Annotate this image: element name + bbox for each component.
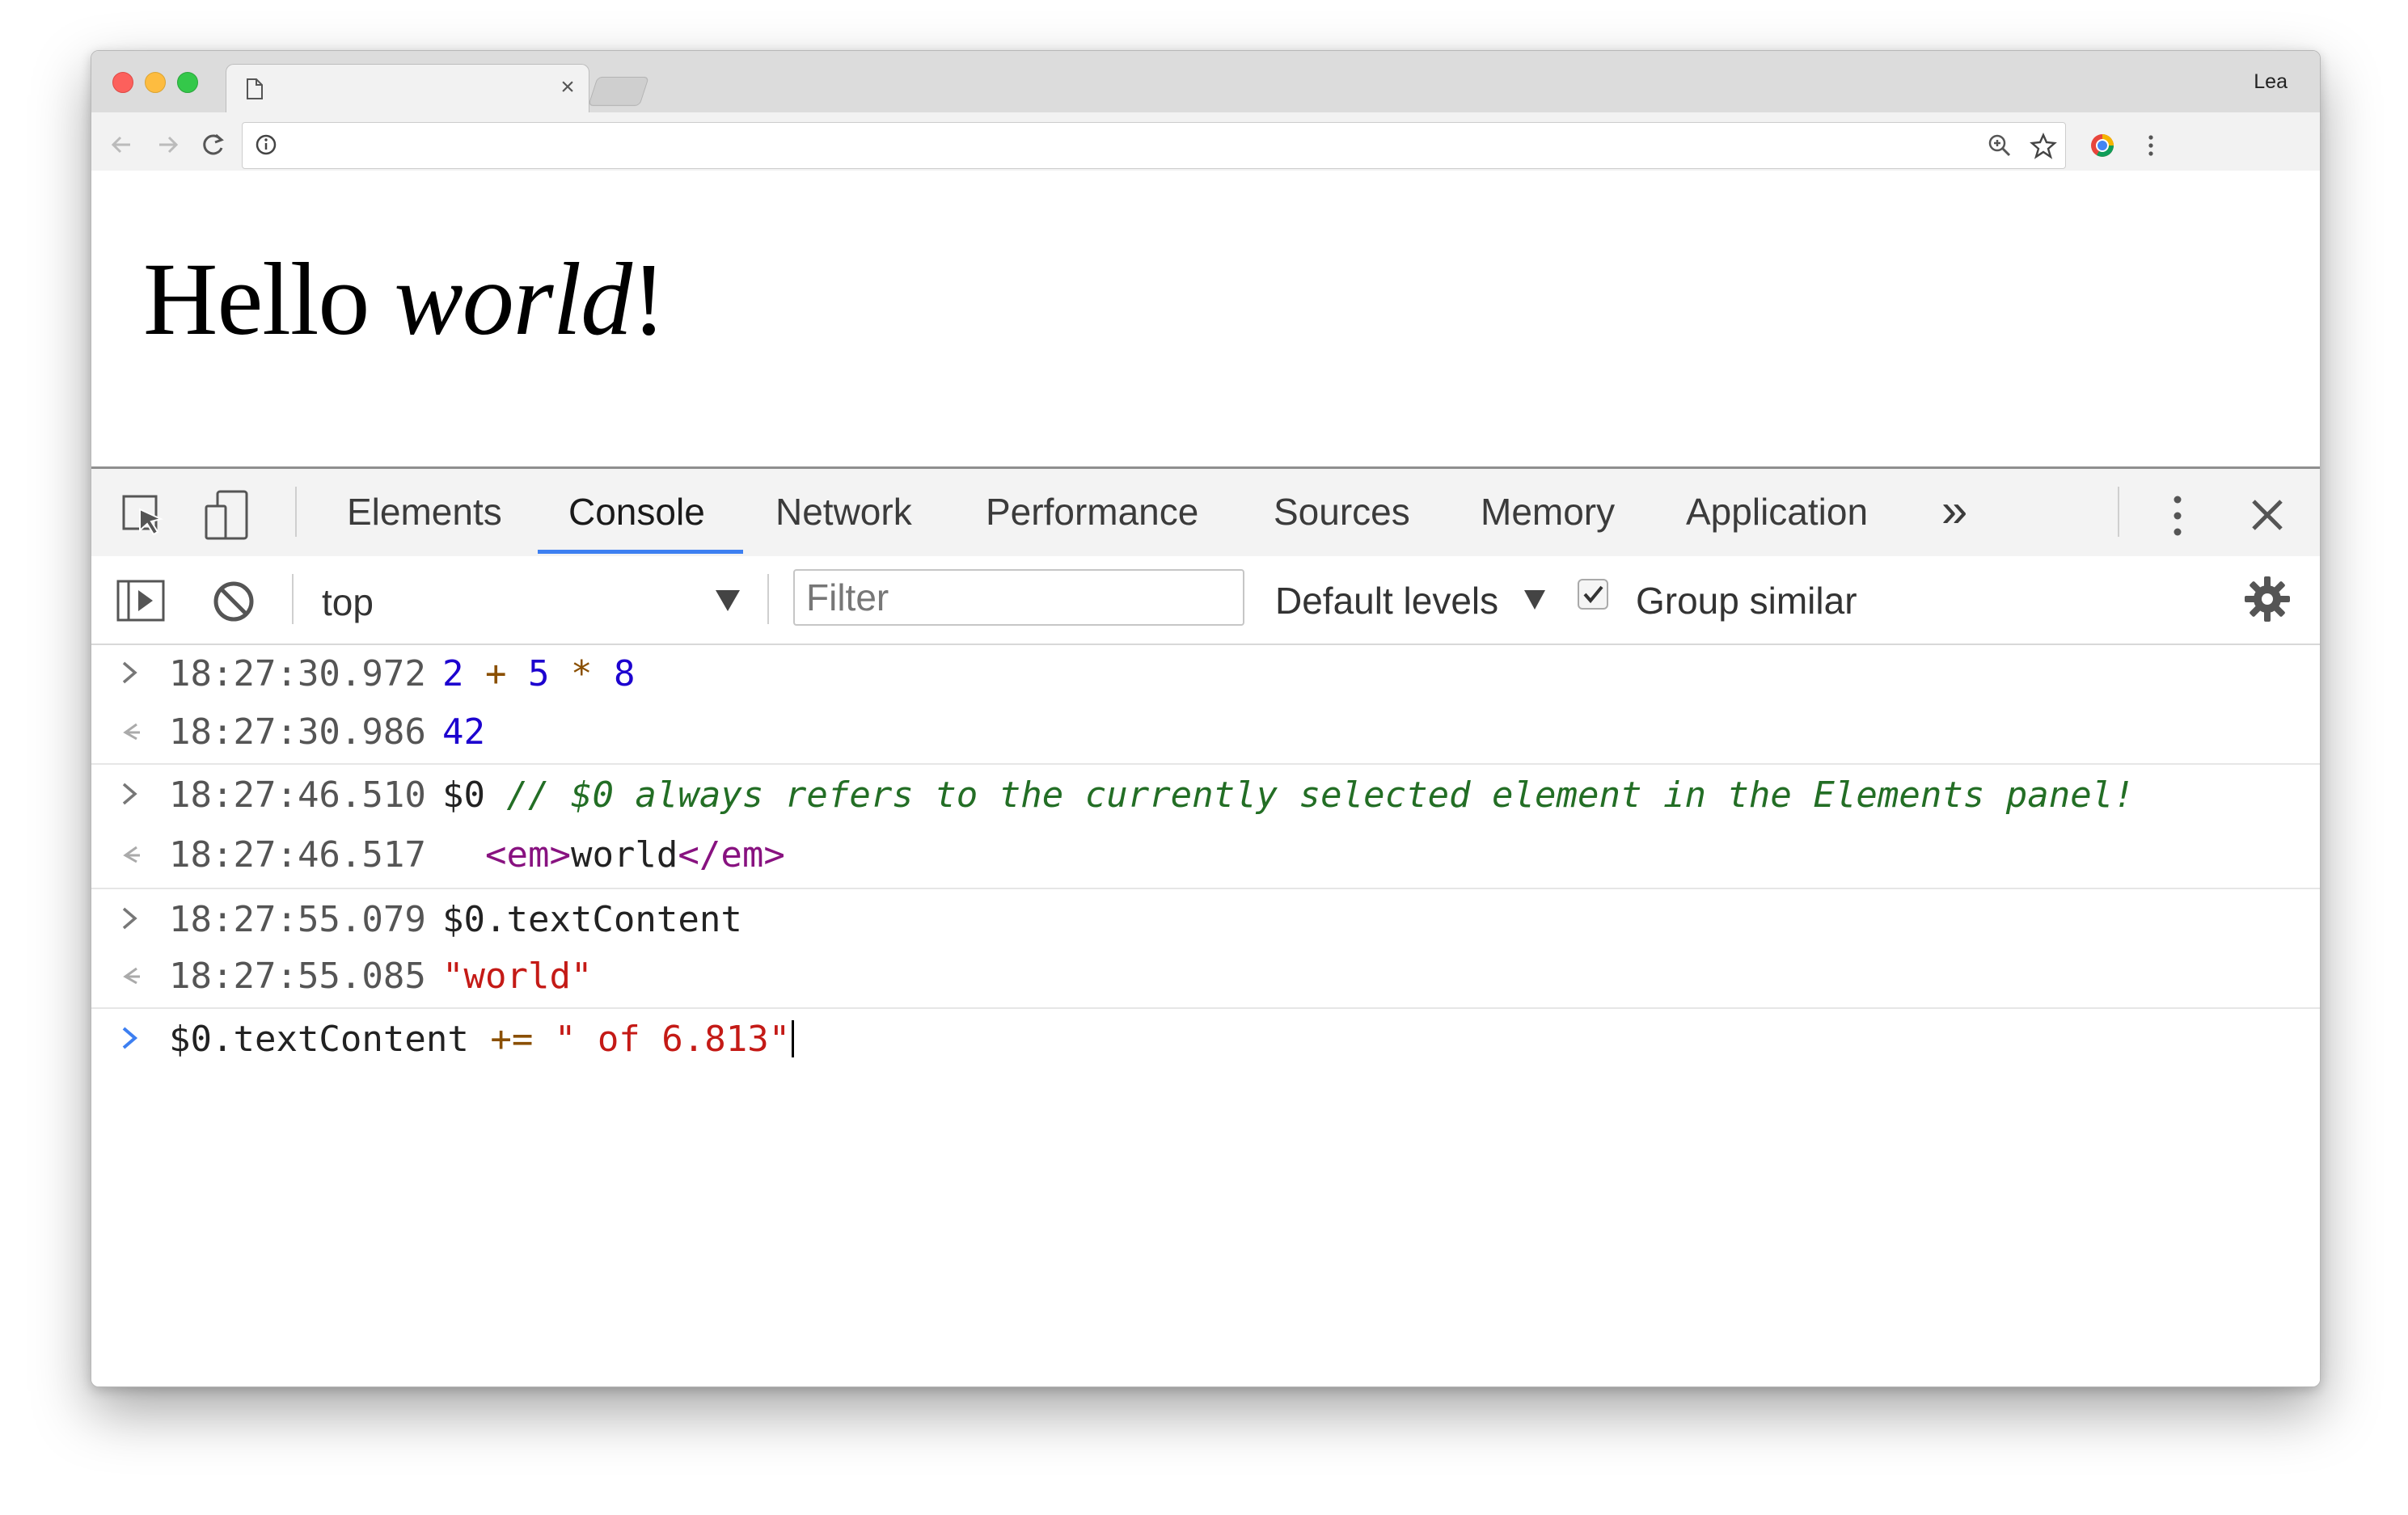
chevron-down-icon[interactable] — [1523, 589, 1547, 611]
tab-network[interactable]: Network — [775, 490, 912, 538]
input-chevron-icon — [122, 661, 137, 684]
menu-icon[interactable] — [2137, 132, 2165, 159]
token: </em> — [678, 834, 785, 876]
address-bar[interactable] — [242, 122, 2066, 169]
devtools-tab-bar: Elements Console Network Performance Sou… — [91, 469, 2320, 558]
console-input-line: 18:27:46.510 $0 // $0 always refers to t… — [91, 763, 2320, 826]
token: <em> — [442, 834, 571, 876]
tab-close-icon[interactable]: × — [555, 74, 581, 100]
token: // $0 always refers to the currently sel… — [506, 774, 2135, 816]
token: 5 — [527, 653, 550, 694]
console-input-line: 18:27:30.972 2 + 5 * 8 — [91, 644, 2320, 705]
minimize-window-button[interactable] — [145, 72, 166, 93]
chevron-down-icon[interactable] — [714, 589, 741, 613]
token: "world" — [442, 956, 593, 997]
device-toolbar-icon[interactable] — [201, 488, 255, 542]
close-window-button[interactable] — [112, 72, 133, 93]
star-icon[interactable] — [2030, 132, 2057, 159]
toolbar-separator — [295, 487, 297, 537]
tab-performance[interactable]: Performance — [986, 490, 1198, 538]
token: += — [490, 1019, 534, 1060]
token: " of 6.813" — [533, 1019, 791, 1060]
clear-console-icon[interactable] — [211, 579, 256, 624]
console-timestamp: 18:27:55.085 — [169, 956, 426, 997]
console-output-line: 18:27:55.085 "world" — [91, 946, 2320, 1007]
page-viewport: Hello world! — [91, 171, 2320, 466]
toolbar-separator — [292, 574, 294, 624]
token: world — [570, 834, 678, 876]
tab-sources[interactable]: Sources — [1274, 490, 1410, 538]
profile-name[interactable]: Lea — [2254, 70, 2288, 94]
page-icon — [247, 78, 263, 99]
browser-window: × Lea Hello world! Elements Console Netw… — [91, 50, 2321, 1387]
console-timestamp: 18:27:55.079 — [169, 899, 426, 940]
zoom-window-button[interactable] — [177, 72, 198, 93]
active-tab-indicator — [538, 550, 743, 554]
log-levels-dropdown[interactable]: Default levels — [1275, 579, 1498, 622]
console-timestamp: 18:27:46.517 — [169, 834, 426, 876]
token: 8 — [613, 653, 636, 694]
output-arrow-icon — [123, 846, 140, 863]
console-filter-input[interactable] — [793, 569, 1244, 626]
console-result[interactable]: "world" — [442, 956, 592, 997]
heading-exclamation: ! — [632, 242, 666, 357]
output-arrow-icon — [123, 967, 140, 985]
console-toolbar: top Default levels Group similar — [91, 556, 2320, 645]
output-arrow-icon — [123, 723, 140, 741]
console-input-line: 18:27:55.079 $0.textContent — [91, 888, 2320, 951]
back-arrow-icon[interactable] — [106, 129, 138, 161]
token: 2 — [442, 653, 464, 694]
console-timestamp: 18:27:30.986 — [169, 711, 426, 753]
tab-memory[interactable]: Memory — [1481, 490, 1615, 538]
console-code[interactable]: 2 + 5 * 8 — [442, 653, 635, 694]
text-cursor — [792, 1020, 795, 1057]
sidebar-toggle-icon[interactable] — [116, 579, 166, 622]
more-tabs-button[interactable]: » — [1941, 483, 1967, 537]
checkmark-icon — [1583, 585, 1603, 604]
prompt-chevron-icon — [122, 1027, 138, 1049]
console-result[interactable]: 42 — [442, 711, 485, 753]
toolbar-separator — [2118, 487, 2119, 537]
reload-icon[interactable] — [196, 129, 229, 161]
browser-tab[interactable]: × — [226, 64, 589, 113]
new-tab-button[interactable] — [588, 77, 649, 106]
inspect-element-icon[interactable] — [120, 492, 169, 540]
extension-icon[interactable] — [2089, 132, 2116, 159]
console-code[interactable]: $0 // $0 always refers to the currently … — [442, 774, 2135, 816]
tab-strip: × Lea — [91, 51, 2320, 113]
console-result[interactable]: <em>world</em> — [442, 834, 785, 876]
input-chevron-icon — [122, 783, 137, 805]
tab-application[interactable]: Application — [1686, 490, 1868, 538]
customize-devtools-icon[interactable] — [2161, 492, 2194, 540]
token: $0.textContent — [442, 899, 742, 940]
zoom-icon[interactable] — [1986, 132, 2013, 159]
devtools-panel: Elements Console Network Performance Sou… — [91, 466, 2320, 1386]
token: 42 — [442, 711, 485, 753]
close-devtools-icon[interactable] — [2247, 495, 2288, 535]
console-timestamp: 18:27:30.972 — [169, 653, 426, 694]
tab-console[interactable]: Console — [568, 490, 705, 538]
tab-elements[interactable]: Elements — [347, 490, 502, 538]
prompt-input[interactable]: $0.textContent += " of 6.813" — [169, 1019, 795, 1060]
group-similar-checkbox[interactable] — [1578, 579, 1608, 610]
token: + — [463, 653, 528, 694]
forward-arrow-icon[interactable] — [151, 129, 184, 161]
token: $0 — [442, 774, 507, 816]
info-icon[interactable] — [254, 133, 278, 157]
heading-emphasis: world — [394, 242, 632, 357]
gear-icon[interactable] — [2242, 574, 2292, 624]
console-output-line: 18:27:46.517 <em>world</em> — [91, 825, 2320, 886]
group-similar-label: Group similar — [1636, 580, 1857, 622]
console-prompt[interactable]: $0.textContent += " of 6.813" — [91, 1007, 2320, 1070]
console-timestamp: 18:27:46.510 — [169, 774, 426, 816]
token: * — [549, 653, 614, 694]
console-output-line: 18:27:30.986 42 — [91, 702, 2320, 763]
heading-text: Hello — [143, 242, 395, 357]
console-code[interactable]: $0.textContent — [442, 899, 742, 940]
token: $0.textContent — [169, 1019, 491, 1060]
execution-context-select[interactable]: top — [322, 580, 374, 624]
page-heading: Hello world! — [143, 240, 666, 359]
input-chevron-icon — [122, 907, 137, 930]
toolbar-separator — [767, 574, 769, 624]
